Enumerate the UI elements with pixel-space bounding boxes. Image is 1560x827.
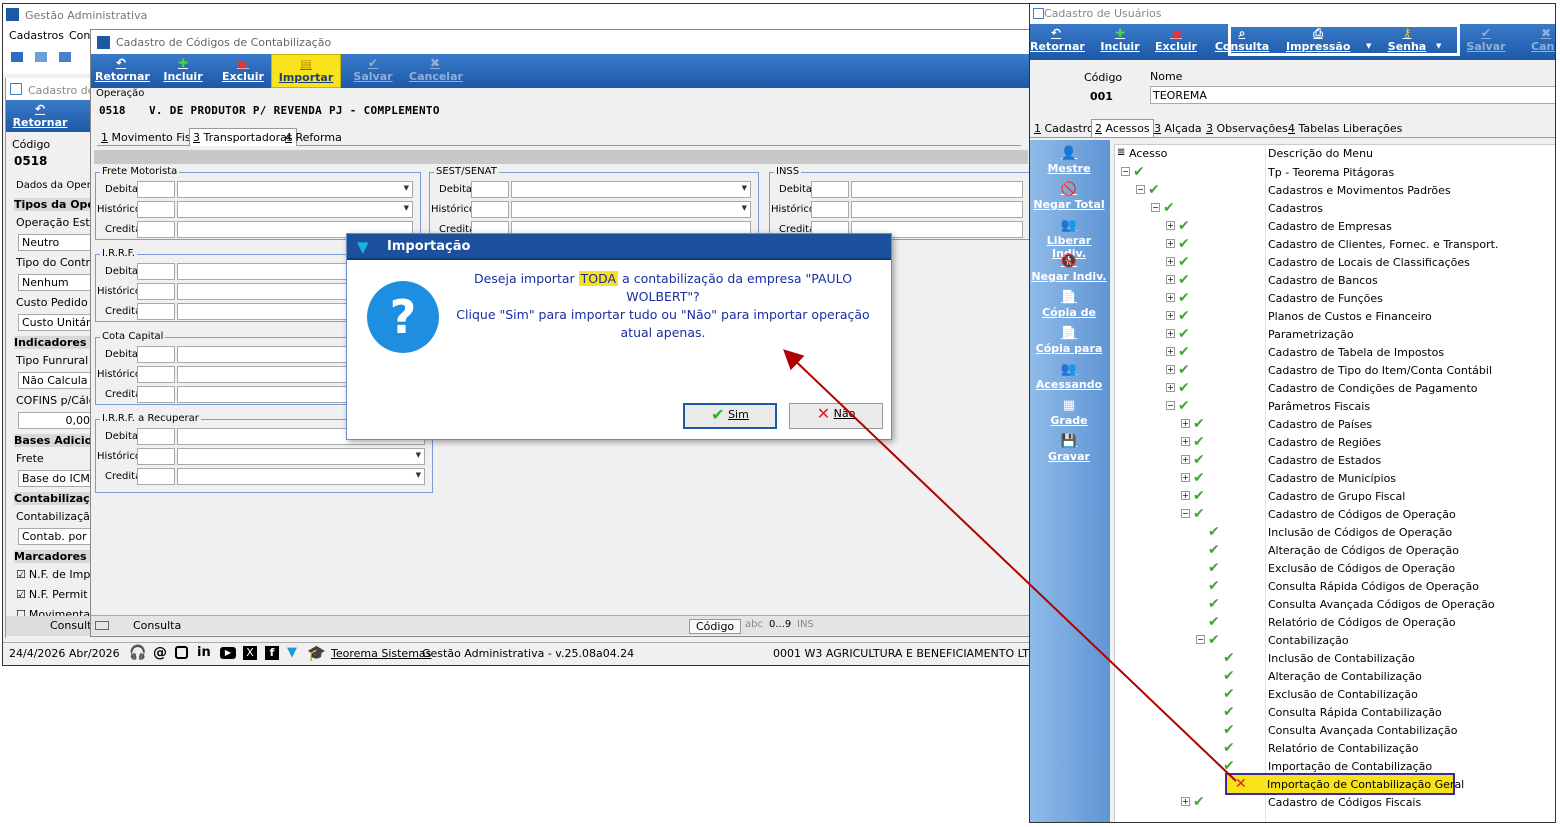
arrow-line bbox=[783, 349, 1237, 782]
annotation-arrow bbox=[783, 349, 1237, 782]
